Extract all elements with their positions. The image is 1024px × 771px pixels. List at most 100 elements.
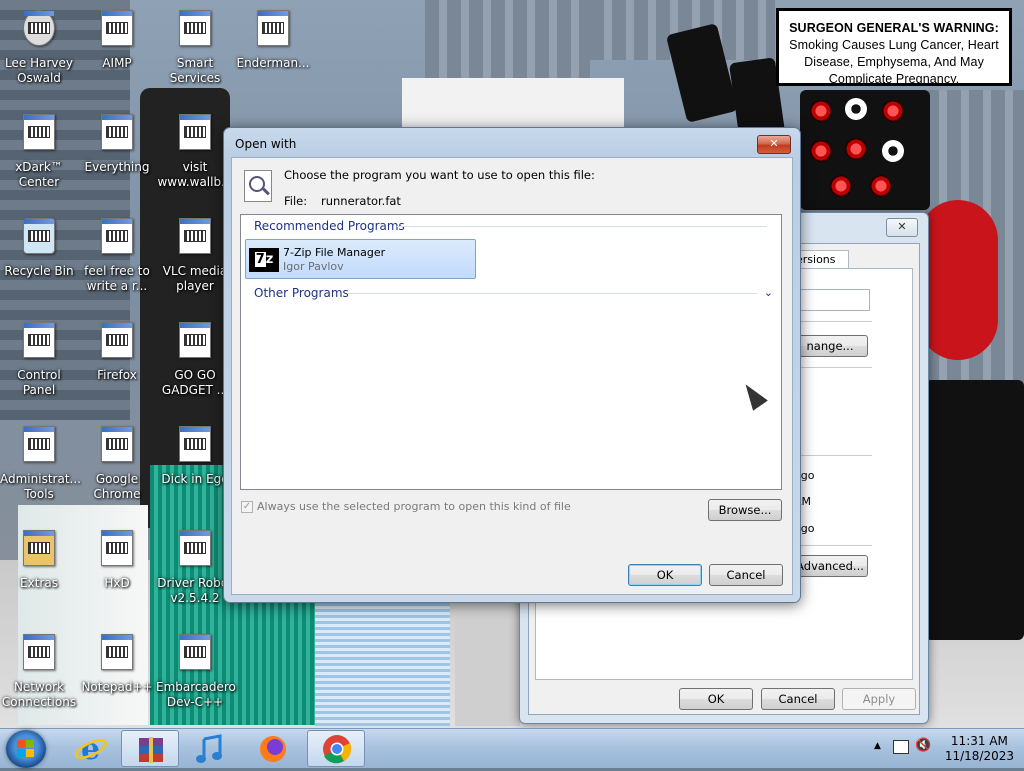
- app-icon: [95, 10, 139, 54]
- surgeon-general-warning: SURGEON GENERAL'S WARNING: Smoking Cause…: [776, 8, 1012, 86]
- divider: [792, 545, 872, 546]
- wallpaper-box: [315, 598, 450, 726]
- desktop-icon[interactable]: Administrat... Tools: [0, 422, 81, 502]
- show-hidden-icons-icon[interactable]: ▲: [874, 741, 881, 751]
- desktop-icon-label: Recycle Bin: [4, 264, 74, 278]
- start-button[interactable]: [6, 730, 46, 768]
- desktop-icon-label: HxD: [104, 576, 130, 590]
- program-list[interactable]: Recommended Programs 7z 7-Zip File Manag…: [240, 214, 782, 490]
- clock-time: 11:31 AM: [950, 734, 1008, 748]
- volume-muted-icon[interactable]: 🔇: [915, 738, 931, 753]
- desktop-icon-label: Extras: [20, 576, 58, 590]
- program-name: 7-Zip File Manager: [283, 246, 386, 259]
- group-divider: [347, 293, 757, 294]
- desktop-icon[interactable]: Lee Harvey Oswald: [0, 6, 78, 86]
- app-icon: [95, 426, 139, 470]
- wallpaper-speaker: [800, 90, 930, 210]
- desktop-icon-label: Control Panel: [17, 368, 61, 397]
- ok-button[interactable]: OK: [679, 688, 753, 710]
- desktop-icon-label: Administrat... Tools: [0, 472, 81, 501]
- ok-button[interactable]: OK: [628, 564, 702, 586]
- chevron-down-icon[interactable]: ⌄: [764, 286, 773, 299]
- windows-logo-icon: [17, 740, 35, 758]
- divider: [792, 367, 872, 368]
- desktop-icon[interactable]: AIMP: [78, 6, 156, 71]
- desktop-icon-label: xDark™ Center: [15, 160, 63, 189]
- desktop-icon[interactable]: feel free to write a r...: [78, 214, 156, 294]
- wallpaper-red-shape: [918, 200, 998, 360]
- admin-tools-icon: [17, 426, 61, 470]
- recommended-programs-header[interactable]: Recommended Programs: [254, 219, 405, 233]
- desktop-icon-label: Network Connections: [1, 680, 77, 709]
- document-icon: [95, 218, 139, 262]
- change-button[interactable]: nange...: [792, 335, 868, 357]
- wallpaper-building: [425, 0, 590, 80]
- app-icon: [95, 114, 139, 158]
- file-name: runnerator.fat: [321, 194, 401, 208]
- desktop-icon[interactable]: Enderman...: [234, 6, 312, 71]
- internet-explorer-icon: e: [75, 732, 107, 767]
- taskbar-music[interactable]: [182, 730, 240, 767]
- app-icon: [95, 634, 139, 678]
- browse-button[interactable]: Browse...: [708, 499, 782, 521]
- taskbar-chrome[interactable]: [307, 730, 365, 767]
- dialog-prompt: Choose the program you want to use to op…: [284, 168, 595, 182]
- taskbar-firefox[interactable]: [244, 730, 302, 767]
- speaker-icon: [17, 114, 61, 158]
- advanced-button[interactable]: Advanced...: [792, 555, 868, 577]
- desktop-icon-label: Notepad++: [81, 680, 153, 694]
- desktop-icon[interactable]: Embarcadero Dev-C++: [156, 630, 236, 710]
- desktop-icon[interactable]: xDark™ Center: [0, 110, 78, 190]
- desktop-icon-label: Smart Services: [169, 56, 221, 85]
- divider: [792, 455, 872, 456]
- dialog-title: Open with: [235, 137, 297, 151]
- desktop-icon[interactable]: Network Connections: [0, 630, 78, 710]
- firefox-icon: [260, 736, 286, 762]
- desktop-icon[interactable]: Notepad++: [78, 630, 156, 695]
- app-icon: [173, 322, 217, 366]
- divider: [792, 321, 872, 322]
- network-icon: [17, 634, 61, 678]
- apply-button[interactable]: Apply: [842, 688, 916, 710]
- desktop-icon[interactable]: Extras: [0, 526, 78, 591]
- desktop-icon-label: Embarcadero Dev-C++: [156, 680, 236, 709]
- desktop-icon-label: Firefox: [97, 368, 137, 382]
- recycle-bin-icon: [17, 218, 61, 262]
- desktop-icon[interactable]: Recycle Bin: [0, 214, 78, 279]
- file-label: File:: [284, 194, 308, 208]
- taskbar-internet-explorer[interactable]: e: [62, 730, 120, 767]
- desktop-icon[interactable]: Google Chrome: [78, 422, 156, 502]
- always-use-checkbox[interactable]: ✓: [241, 501, 253, 513]
- close-button[interactable]: ✕: [886, 218, 918, 237]
- program-item-7zip[interactable]: 7z 7-Zip File Manager Igor Pavlov: [245, 239, 476, 279]
- desktop-icon-label: Enderman...: [236, 56, 310, 70]
- app-icon: [95, 530, 139, 574]
- desktop-icon[interactable]: Firefox: [78, 318, 156, 383]
- magnifier-document-icon: [244, 170, 272, 202]
- clock[interactable]: 11:31 AM 11/18/2023: [945, 734, 1014, 764]
- desktop-icon[interactable]: Smart Services: [156, 6, 234, 86]
- cancel-button[interactable]: Cancel: [761, 688, 835, 710]
- text-field[interactable]: [792, 289, 870, 311]
- warning-heading: SURGEON GENERAL'S WARNING:: [789, 21, 999, 35]
- folder-icon: [17, 530, 61, 574]
- desktop-icon[interactable]: Control Panel: [0, 318, 78, 398]
- app-icon: [251, 10, 295, 54]
- desktop-icon[interactable]: HxD: [78, 526, 156, 591]
- svg-text:e: e: [81, 732, 100, 767]
- app-icon: [173, 530, 217, 574]
- taskbar-winrar[interactable]: [121, 730, 179, 767]
- program-publisher: Igor Pavlov: [283, 260, 344, 273]
- always-use-label: Always use the selected program to open …: [257, 500, 571, 513]
- network-icon[interactable]: [893, 740, 909, 754]
- close-button[interactable]: ✕: [757, 135, 791, 154]
- cancel-button[interactable]: Cancel: [709, 564, 783, 586]
- desktop-icon[interactable]: Everything: [78, 110, 156, 175]
- app-icon: [173, 634, 217, 678]
- document-icon: [173, 114, 217, 158]
- other-programs-header[interactable]: Other Programs: [254, 286, 349, 300]
- control-panel-icon: [17, 322, 61, 366]
- open-with-dialog[interactable]: Open with ✕ Choose the program you want …: [223, 127, 801, 603]
- winrar-icon: [139, 737, 163, 763]
- app-icon: [173, 10, 217, 54]
